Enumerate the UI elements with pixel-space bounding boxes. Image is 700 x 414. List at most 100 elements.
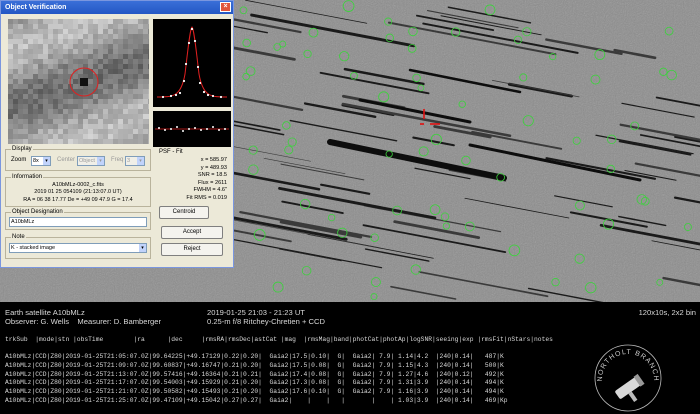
zoom-pixel bbox=[88, 44, 93, 49]
zoom-pixel bbox=[103, 104, 108, 109]
zoom-pixel bbox=[103, 79, 108, 84]
zoom-pixel bbox=[33, 44, 38, 49]
zoom-pixel bbox=[148, 39, 149, 44]
zoom-pixel bbox=[28, 24, 33, 29]
zoom-pixel bbox=[48, 19, 53, 24]
zoom-pixel bbox=[8, 109, 13, 114]
centroid-button[interactable]: Centroid bbox=[159, 206, 209, 219]
zoom-pixel bbox=[108, 34, 113, 39]
freq-select[interactable]: 3 ▾ bbox=[125, 156, 145, 166]
zoom-pixel bbox=[108, 89, 113, 94]
zoom-pixel bbox=[118, 104, 123, 109]
zoom-pixel bbox=[43, 104, 48, 109]
zoom-pixel bbox=[138, 59, 143, 64]
zoom-pixel bbox=[28, 64, 33, 69]
zoom-pixel bbox=[103, 139, 108, 144]
zoom-pixel bbox=[78, 114, 83, 119]
zoom-pixel bbox=[98, 49, 103, 54]
zoom-pixel bbox=[58, 44, 63, 49]
zoom-pixel bbox=[78, 49, 83, 54]
zoom-select[interactable]: 8x ▾ bbox=[31, 156, 51, 166]
zoom-pixel bbox=[13, 59, 18, 64]
zoom-pixel bbox=[38, 99, 43, 104]
zoom-pixel bbox=[63, 114, 68, 119]
zoom-pixel bbox=[83, 34, 88, 39]
zoom-pixel bbox=[23, 19, 28, 24]
zoomed-star-image[interactable] bbox=[8, 19, 149, 144]
zoom-pixel bbox=[143, 79, 148, 84]
zoom-pixel bbox=[118, 139, 123, 144]
zoom-pixel bbox=[118, 89, 123, 94]
zoom-pixel bbox=[78, 54, 83, 59]
zoom-pixel bbox=[143, 49, 148, 54]
zoom-pixel bbox=[28, 39, 33, 44]
zoom-pixel bbox=[133, 84, 138, 89]
zoom-pixel bbox=[18, 109, 23, 114]
zoom-pixel bbox=[148, 59, 149, 64]
zoom-pixel bbox=[43, 19, 48, 24]
zoom-pixel bbox=[88, 139, 93, 144]
reject-button[interactable]: Reject bbox=[161, 243, 223, 256]
zoom-pixel bbox=[53, 84, 58, 89]
zoom-pixel bbox=[18, 94, 23, 99]
zoom-pixel bbox=[123, 104, 128, 109]
zoom-pixel bbox=[53, 124, 58, 129]
zoom-pixel bbox=[18, 29, 23, 34]
zoom-pixel bbox=[143, 84, 148, 89]
zoom-pixel bbox=[118, 114, 123, 119]
zoom-pixel bbox=[33, 29, 38, 34]
zoom-pixel bbox=[58, 64, 63, 69]
zoom-pixel bbox=[48, 89, 53, 94]
zoom-pixel bbox=[93, 99, 98, 104]
zoom-pixel bbox=[63, 139, 68, 144]
info-datetime: 2019 01 25 054109 (21:13:07.0 UT) bbox=[34, 189, 122, 195]
designation-input[interactable]: A10bMLz bbox=[9, 217, 147, 227]
zoom-pixel bbox=[43, 64, 48, 69]
zoom-pixel bbox=[38, 129, 43, 134]
close-button[interactable]: × bbox=[220, 2, 231, 12]
zoom-pixel bbox=[133, 24, 138, 29]
zoom-pixel bbox=[63, 104, 68, 109]
zoom-pixel bbox=[33, 84, 38, 89]
accept-button[interactable]: Accept bbox=[161, 226, 223, 239]
zoom-pixel bbox=[93, 94, 98, 99]
center-select[interactable]: Object ▾ bbox=[77, 156, 105, 166]
zoom-pixel bbox=[133, 29, 138, 34]
zoom-pixel bbox=[48, 79, 53, 84]
zoom-pixel bbox=[98, 24, 103, 29]
zoom-pixel bbox=[13, 79, 18, 84]
zoom-pixel bbox=[128, 109, 133, 114]
zoom-pixel bbox=[83, 49, 88, 54]
zoom-pixel bbox=[133, 89, 138, 94]
zoom-pixel bbox=[128, 84, 133, 89]
zoom-pixel bbox=[128, 89, 133, 94]
zoom-pixel bbox=[88, 24, 93, 29]
zoom-pixel bbox=[53, 29, 58, 34]
zoom-pixel bbox=[23, 124, 28, 129]
zoom-pixel bbox=[53, 69, 58, 74]
dialog-titlebar[interactable]: Object Verification × bbox=[1, 1, 233, 14]
zoom-pixel bbox=[48, 49, 53, 54]
zoom-pixel bbox=[78, 109, 83, 114]
zoom-pixel bbox=[113, 54, 118, 59]
zoom-pixel bbox=[23, 79, 28, 84]
zoom-pixel bbox=[53, 99, 58, 104]
zoom-pixel bbox=[108, 49, 113, 54]
note-select[interactable]: K - stacked image ▾ bbox=[9, 243, 147, 253]
zoom-pixel bbox=[98, 34, 103, 39]
zoom-pixel bbox=[138, 89, 143, 94]
zoom-pixel bbox=[133, 104, 138, 109]
zoom-pixel bbox=[43, 134, 48, 139]
zoom-pixel bbox=[123, 129, 128, 134]
psf-residual-plot bbox=[153, 111, 231, 147]
zoom-pixel bbox=[143, 114, 148, 119]
zoom-pixel bbox=[113, 99, 118, 104]
zoom-pixel bbox=[18, 79, 23, 84]
zoom-pixel bbox=[38, 69, 43, 74]
zoom-pixel bbox=[138, 119, 143, 124]
zoom-pixel bbox=[63, 134, 68, 139]
zoom-pixel bbox=[88, 129, 93, 134]
zoom-pixel bbox=[48, 39, 53, 44]
table-header: trkSub |mode|stn |obsTime |ra |dec |rmsR… bbox=[5, 336, 553, 343]
zoom-pixel bbox=[28, 134, 33, 139]
